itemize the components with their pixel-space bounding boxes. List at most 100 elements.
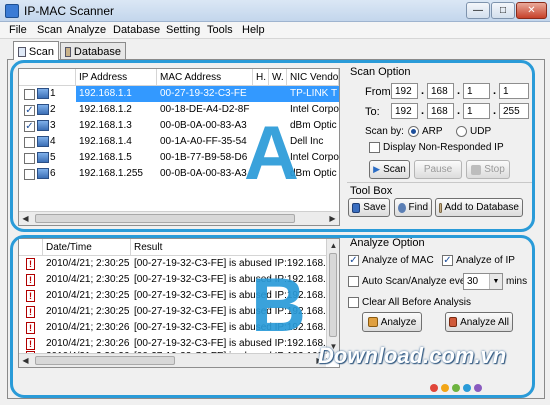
from-ip-octet-2[interactable]: 168 [427,83,454,99]
ip-dot: . [421,85,425,97]
scroll-up-icon[interactable]: ▲ [327,239,339,252]
column-header-vendor[interactable]: NIC Vendor [287,69,339,86]
tab-scan[interactable]: Scan [13,41,59,60]
column-header-datetime[interactable]: Date/Time [43,239,131,256]
to-ip-octet-4[interactable]: 255 [499,103,529,119]
scan-icon [18,47,26,57]
analyze-ip-checkbox[interactable]: ✓ [442,255,453,266]
mac-cell: 00-0B-0A-00-83-A3 [160,120,247,131]
from-ip-octet-3[interactable]: 1 [463,83,490,99]
menu-database[interactable]: Database [113,24,160,36]
clear-all-label[interactable]: Clear All Before Analysis [362,297,471,308]
region-b-label: B [251,263,306,348]
warning-icon: ! [26,274,35,286]
watermark-dot [452,384,460,392]
column-header-w[interactable]: W. [269,69,287,86]
udp-label[interactable]: UDP [470,126,491,137]
row-checkbox[interactable] [24,153,35,164]
from-ip-octet-4[interactable]: 1 [499,83,529,99]
close-button[interactable]: ✕ [516,2,547,19]
play-icon: ▶ [373,164,381,174]
from-ip-octet-1[interactable]: 192 [391,83,418,99]
analyze-mac-checkbox[interactable]: ✓ [348,255,359,266]
find-button[interactable]: Find [394,198,432,217]
stop-button[interactable]: Stop [466,160,510,179]
analyze-ip-label[interactable]: Analyze of IP [456,255,515,266]
to-ip-octet-3[interactable]: 1 [463,103,490,119]
host-list-hscrollbar[interactable]: ◀ ▶ [19,211,339,225]
warning-icon: ! [26,306,35,318]
ip-dot: . [493,105,497,117]
mins-label: mins [506,276,528,287]
ip-cell: 192.168.1.2 [79,104,132,115]
clear-all-checkbox[interactable] [348,297,359,308]
add-to-database-button[interactable]: Add to Database [435,198,523,217]
row-id: 2 [50,104,56,115]
arp-radio[interactable] [408,126,419,137]
auto-scan-label[interactable]: Auto Scan/Analyze every [362,276,474,287]
menu-help[interactable]: Help [242,24,265,36]
mac-cell: 00-1B-77-B9-58-D6 [160,152,248,163]
scrollbar-thumb[interactable] [35,356,175,365]
column-header-ip[interactable]: IP Address [76,69,157,86]
row-checkbox[interactable] [24,89,35,100]
tab-database[interactable]: Database [60,42,126,59]
maximize-button[interactable]: □ [491,2,515,19]
menu-scan[interactable]: Scan [37,24,62,36]
column-header-mac[interactable]: MAC Address [157,69,253,86]
display-non-responded-checkbox[interactable] [369,142,380,153]
scroll-left-icon[interactable]: ◀ [19,212,32,225]
column-header-select[interactable] [19,69,76,86]
scrollbar-thumb[interactable] [329,253,337,337]
analyze-all-button[interactable]: Analyze All [445,312,513,332]
to-ip-octet-2[interactable]: 168 [427,103,454,119]
vendor-cell: TP-LINK T [287,86,339,102]
interval-select[interactable]: 30 ▼ [463,273,503,290]
scroll-right-icon[interactable]: ▶ [326,212,339,225]
row-checkbox[interactable]: ✓ [24,105,35,116]
find-icon [398,202,406,213]
to-ip-octet-1[interactable]: 192 [391,103,418,119]
result-log-hscrollbar[interactable]: ◀ ▶ [19,353,326,367]
analyze-mac-label[interactable]: Analyze of MAC [362,255,434,266]
watermark-dot [463,384,471,392]
from-label: From: [365,86,394,98]
table-row[interactable]: 1 192.168.1.1 00-27-19-32-C3-FE TP-LINK … [19,86,339,102]
scrollbar-thumb[interactable] [35,214,295,223]
menu-setting[interactable]: Setting [166,24,200,36]
scan-button[interactable]: ▶ Scan [369,160,410,179]
auto-scan-checkbox[interactable] [348,276,359,287]
minimize-button[interactable]: — [466,2,490,19]
menu-file[interactable]: File [9,24,27,36]
ip-cell: 192.168.1.1 [76,86,157,102]
toolbox-title: Tool Box [350,185,393,197]
ip-dot: . [457,85,461,97]
row-checkbox[interactable] [24,137,35,148]
column-header-result[interactable]: Result [131,239,327,256]
log-time: 2010/4/21; 2:30:26 [46,322,130,333]
row-id: 4 [50,136,56,147]
analyze-button[interactable]: Analyze [362,312,422,332]
app-icon [5,4,19,18]
save-button[interactable]: Save [348,198,390,217]
menu-analyze[interactable]: Analyze [67,24,106,36]
pause-button[interactable]: Pause [414,160,462,179]
scroll-left-icon[interactable]: ◀ [19,354,32,367]
column-header-h[interactable]: H. [253,69,269,86]
region-a-label: A [244,111,299,196]
result-log-vscrollbar[interactable]: ▲ ▼ [326,239,339,353]
menu-tools[interactable]: Tools [207,24,233,36]
display-non-responded-label[interactable]: Display Non-Responded IP [383,142,504,153]
ip-dot: . [421,105,425,117]
stop-icon [471,164,482,175]
udp-radio[interactable] [456,126,467,137]
arp-label[interactable]: ARP [422,126,443,137]
column-header-status[interactable] [19,239,43,256]
analyze-all-icon [449,317,458,327]
to-label: To: [365,106,380,118]
watermark-text: Download.com.vn [318,343,507,368]
row-checkbox[interactable] [24,169,35,180]
row-checkbox[interactable]: ✓ [24,121,35,132]
mac-cell: 00-0B-0A-00-83-A3 [160,168,247,179]
row-id: 5 [50,152,56,163]
